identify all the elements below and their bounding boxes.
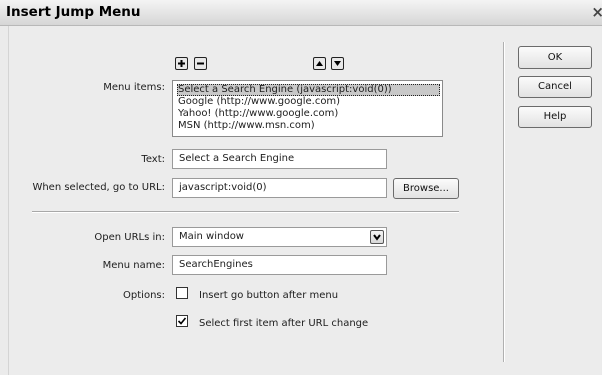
menu-items-label: Menu items: — [103, 82, 165, 93]
options-label: Options: — [123, 290, 165, 301]
insert-jump-menu-dialog: Insert Jump Menu × Menu items: Select a … — [0, 0, 602, 375]
triangle-down-icon — [334, 61, 341, 66]
list-item[interactable]: Yahoo! (http://www.google.com) — [178, 108, 338, 120]
close-icon[interactable]: × — [591, 3, 602, 21]
menu-name-input[interactable]: SearchEngines — [172, 255, 387, 275]
plus-icon — [178, 60, 185, 67]
open-urls-select[interactable]: Main window — [172, 227, 387, 247]
ok-button[interactable]: OK — [518, 46, 592, 69]
select-first-item-label: Select first item after URL change — [199, 318, 369, 329]
menu-name-label: Menu name: — [102, 260, 165, 271]
dialog-title: Insert Jump Menu — [6, 4, 141, 20]
checkmark-icon — [177, 317, 187, 325]
url-input[interactable]: javascript:void(0) — [172, 178, 387, 198]
browse-button[interactable]: Browse... — [393, 178, 459, 199]
remove-item-button[interactable] — [194, 57, 207, 70]
separator — [32, 211, 459, 213]
move-down-button[interactable] — [331, 57, 344, 70]
minus-icon — [197, 62, 204, 65]
list-item[interactable]: Google (http://www.google.com) — [178, 96, 340, 108]
list-item[interactable]: MSN (http://www.msn.com) — [178, 120, 315, 132]
vertical-separator — [503, 42, 505, 362]
help-button[interactable]: Help — [518, 106, 592, 128]
list-item-selected[interactable]: Select a Search Engine (javascript:void(… — [177, 84, 440, 96]
add-item-button[interactable] — [175, 57, 188, 70]
insert-go-button-checkbox[interactable] — [176, 287, 188, 299]
open-urls-label: Open URLs in: — [94, 232, 165, 243]
url-label: When selected, go to URL: — [32, 182, 165, 193]
cancel-button[interactable]: Cancel — [518, 76, 592, 98]
insert-go-button-label: Insert go button after menu — [199, 290, 339, 301]
text-input[interactable]: Select a Search Engine — [172, 149, 387, 169]
select-first-item-checkbox[interactable] — [176, 315, 188, 327]
open-urls-value: Main window — [179, 231, 244, 242]
text-label: Text: — [141, 154, 165, 165]
title-bar[interactable]: Insert Jump Menu × — [0, 0, 602, 26]
triangle-up-icon — [316, 61, 323, 66]
menu-items-list[interactable]: Select a Search Engine (javascript:void(… — [172, 80, 443, 137]
move-up-button[interactable] — [313, 57, 326, 70]
chevron-down-icon[interactable] — [370, 230, 384, 244]
